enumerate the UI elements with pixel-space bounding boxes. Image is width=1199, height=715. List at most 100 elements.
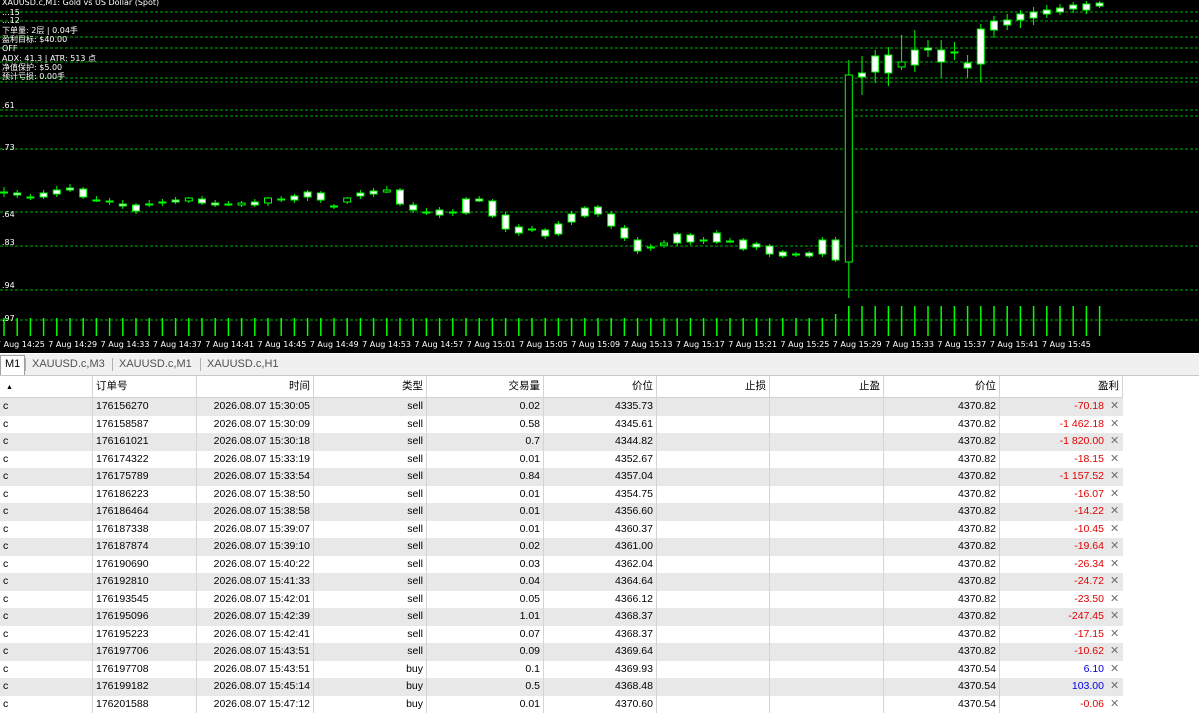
order-row[interactable]: c 176190690 2026.08.07 15:40:22 sell 0.03 436… xyxy=(0,555,1123,574)
order-row[interactable]: c 176195223 2026.08.07 15:42:41 sell 0.07 436… xyxy=(0,625,1123,644)
column-header[interactable]: ▲ xyxy=(0,376,93,397)
candle-body xyxy=(620,227,629,239)
order-row[interactable]: c 176195096 2026.08.07 15:42:39 sell 1.01 436… xyxy=(0,608,1123,626)
candle-body xyxy=(831,239,840,261)
price-chart[interactable]: XAUUSD.c,M1: Gold vs US Dollar (Spot)...… xyxy=(0,0,1199,353)
order-row[interactable]: c 176161021 2026.08.07 15:30:18 sell 0.7 4344… xyxy=(0,433,1123,451)
order-row[interactable]: c 176193545 2026.08.07 15:42:01 sell 0.05 436… xyxy=(0,590,1123,609)
cell-type: sell xyxy=(314,450,427,468)
candle-body xyxy=(26,196,35,199)
close-order-icon[interactable]: ✕ xyxy=(1110,503,1119,521)
cell-volume: 1.01 xyxy=(427,608,544,626)
cell-sym: c xyxy=(0,590,93,608)
order-row[interactable]: c 176186464 2026.08.07 15:38:58 sell 0.01 435… xyxy=(0,503,1123,521)
order-row[interactable]: c 176187874 2026.08.07 15:39:10 sell 0.02 436… xyxy=(0,538,1123,556)
order-row[interactable]: c 176199182 2026.08.07 15:45:14 buy 0.5 4368.… xyxy=(0,678,1123,696)
chart-tab[interactable]: M1 xyxy=(0,355,26,375)
close-order-icon[interactable]: ✕ xyxy=(1110,661,1119,679)
candle-body xyxy=(844,74,853,263)
indicator-line: XAUUSD.c,M1: Gold vs US Dollar (Spot) xyxy=(2,0,160,7)
candle-body xyxy=(356,192,365,197)
column-header[interactable]: 止损 xyxy=(657,376,770,397)
candle-body xyxy=(897,61,906,68)
cell-profit: -18.15 xyxy=(1074,452,1104,465)
cell-sl xyxy=(657,468,770,486)
close-order-icon[interactable]: ✕ xyxy=(1110,556,1119,574)
candle-body xyxy=(488,200,497,217)
cell-time: 2026.08.07 15:30:09 xyxy=(197,415,314,433)
order-row[interactable]: c 176197708 2026.08.07 15:43:51 buy 0.1 4369.… xyxy=(0,660,1123,679)
indicator-line: ADX: 41.3 | ATR: 513 点 xyxy=(2,54,97,63)
cell-ticket: 176193545 xyxy=(93,590,197,608)
order-row[interactable]: c 176192810 2026.08.07 15:41:33 sell 0.04 436… xyxy=(0,573,1123,591)
cell-time: 2026.08.07 15:42:01 xyxy=(197,590,314,608)
indicator-line: 预计亏损: 0.00手 xyxy=(2,72,66,81)
indicator-line: OFF xyxy=(2,44,18,53)
candle-body xyxy=(541,229,550,237)
close-order-icon[interactable]: ✕ xyxy=(1110,451,1119,469)
close-order-icon[interactable]: ✕ xyxy=(1110,608,1119,626)
close-order-icon[interactable]: ✕ xyxy=(1110,433,1119,451)
candle-body xyxy=(871,55,880,73)
candle-body xyxy=(976,28,985,65)
cell-sym: c xyxy=(0,450,93,468)
close-order-icon[interactable]: ✕ xyxy=(1110,468,1119,486)
close-order-icon[interactable]: ✕ xyxy=(1110,486,1119,504)
indicator-line: 净值保护: $5.00 xyxy=(2,63,63,72)
cell-open: 4357.04 xyxy=(544,468,657,486)
cell-type: sell xyxy=(314,625,427,643)
column-header[interactable]: 价位 xyxy=(544,376,657,397)
close-order-icon[interactable]: ✕ xyxy=(1110,678,1119,696)
indicator-line: 盈利目标: $40.00 xyxy=(2,35,68,44)
cell-sym: c xyxy=(0,398,93,416)
cell-open: 4369.93 xyxy=(544,660,657,678)
close-order-icon[interactable]: ✕ xyxy=(1110,398,1119,416)
chart-tab[interactable]: XAUUSD.c,M3 xyxy=(28,356,109,373)
time-label: 7 Aug 15:25 xyxy=(780,340,830,349)
cell-ticket: 176187338 xyxy=(93,520,197,538)
cell-open: 4368.48 xyxy=(544,678,657,696)
candle-body xyxy=(1056,7,1064,13)
close-order-icon[interactable]: ✕ xyxy=(1110,538,1119,556)
sort-ascending-icon[interactable]: ▲ xyxy=(6,384,13,391)
column-header[interactable]: 类型 xyxy=(314,376,427,397)
chart-tab[interactable]: XAUUSD.c,M1 xyxy=(115,356,196,373)
close-order-icon[interactable]: ✕ xyxy=(1110,521,1119,539)
candle-body xyxy=(646,246,655,249)
column-header[interactable]: 交易量 xyxy=(427,376,544,397)
order-row[interactable]: c 176201588 2026.08.07 15:47:12 buy 0.01 4370… xyxy=(0,695,1123,714)
order-row[interactable]: c 176174322 2026.08.07 15:33:19 sell 0.01 435… xyxy=(0,450,1123,469)
candle-body xyxy=(633,239,642,252)
cell-type: sell xyxy=(314,433,427,451)
cell-open: 4370.60 xyxy=(544,695,657,713)
time-label: 7 Aug 15:09 xyxy=(571,340,621,349)
close-order-icon[interactable]: ✕ xyxy=(1110,573,1119,591)
column-header[interactable]: 止盈 xyxy=(770,376,884,397)
column-header[interactable]: 价位 xyxy=(884,376,1000,397)
cell-volume: 0.84 xyxy=(427,468,544,486)
order-row[interactable]: c 176187338 2026.08.07 15:39:07 sell 0.01 436… xyxy=(0,520,1123,539)
close-order-icon[interactable]: ✕ xyxy=(1110,626,1119,644)
cell-time: 2026.08.07 15:33:54 xyxy=(197,468,314,486)
cell-tp xyxy=(770,643,884,661)
chart-tab[interactable]: XAUUSD.c,H1 xyxy=(203,356,283,373)
column-header[interactable]: 时间 xyxy=(197,376,314,397)
close-order-icon[interactable]: ✕ xyxy=(1110,416,1119,434)
close-order-icon[interactable]: ✕ xyxy=(1110,643,1119,661)
candle-body xyxy=(264,197,272,204)
candle-body xyxy=(52,189,61,195)
column-header[interactable]: 订单号 xyxy=(93,376,197,397)
order-row[interactable]: c 176156270 2026.08.07 15:30:05 sell 0.02 433… xyxy=(0,398,1123,416)
cell-tp xyxy=(770,660,884,678)
order-row[interactable]: c 176197706 2026.08.07 15:43:51 sell 0.09 436… xyxy=(0,643,1123,661)
candle-body xyxy=(237,202,246,206)
order-row[interactable]: c 176158587 2026.08.07 15:30:09 sell 0.58 434… xyxy=(0,415,1123,434)
close-order-icon[interactable]: ✕ xyxy=(1110,696,1119,714)
candle-body xyxy=(435,209,444,216)
order-row[interactable]: c 176186223 2026.08.07 15:38:50 sell 0.01 435… xyxy=(0,485,1123,504)
close-order-icon[interactable]: ✕ xyxy=(1110,591,1119,609)
cell-tp xyxy=(770,625,884,643)
column-header[interactable]: 盈利 xyxy=(1000,376,1123,397)
order-row[interactable]: c 176175789 2026.08.07 15:33:54 sell 0.84 435… xyxy=(0,468,1123,486)
candle-body xyxy=(369,190,378,195)
